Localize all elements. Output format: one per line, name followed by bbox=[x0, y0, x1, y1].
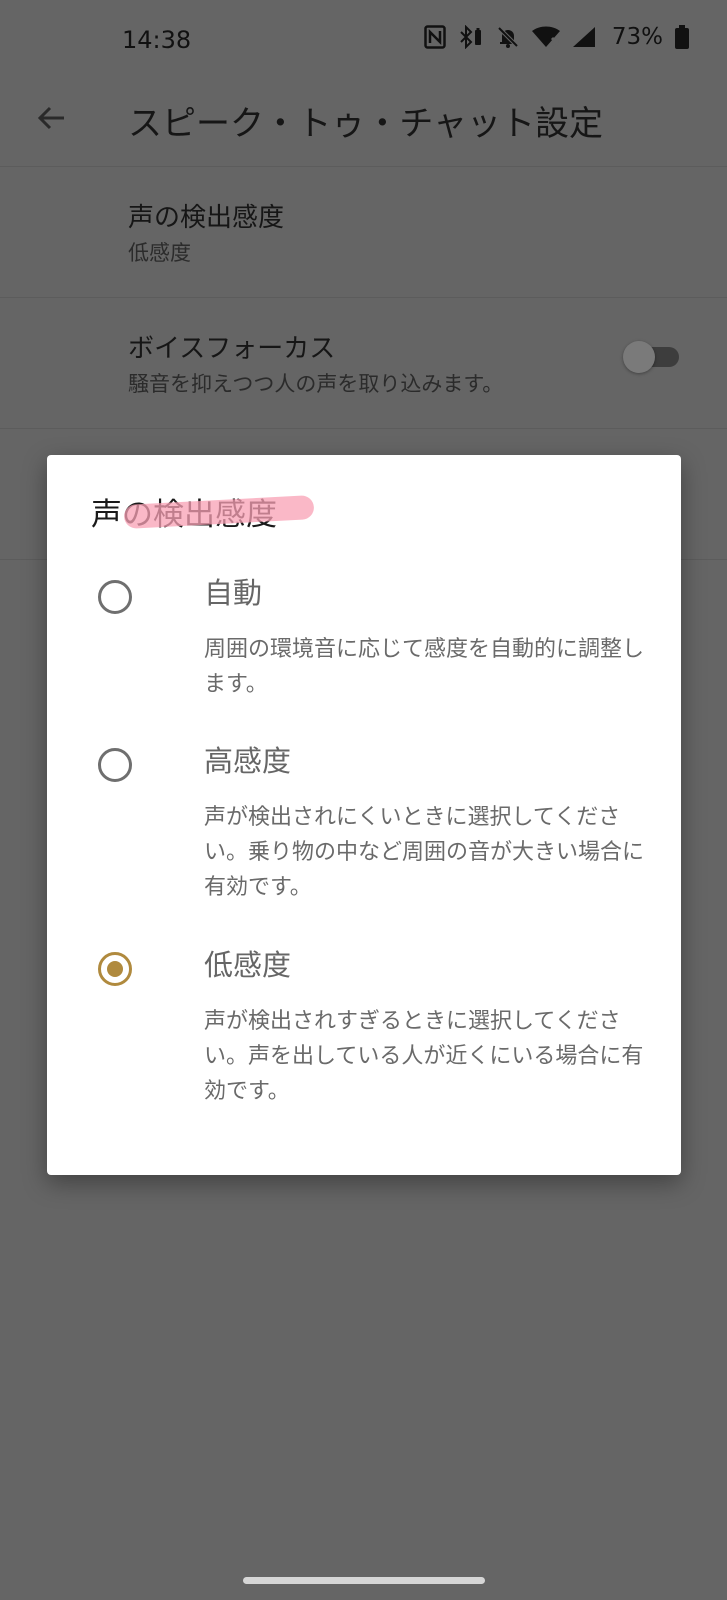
arrow-back-icon bbox=[36, 102, 68, 138]
radio-button-auto[interactable] bbox=[98, 580, 132, 614]
option-label: 自動 bbox=[204, 576, 263, 610]
setting-voice-detection-sensitivity[interactable]: 声の検出感度 低感度 bbox=[0, 167, 727, 298]
radio-button-high[interactable] bbox=[98, 748, 132, 782]
option-label: 高感度 bbox=[204, 744, 292, 778]
option-high[interactable]: 高感度 声が検出されにくいときに選択してください。乗り物の中など周囲の音が大きい… bbox=[47, 738, 681, 918]
battery-percentage: 73% bbox=[611, 24, 663, 50]
signal-icon bbox=[572, 26, 596, 48]
battery-icon bbox=[675, 25, 689, 49]
setting-summary: 騒音を抑えつつ人の声を取り込みます。 bbox=[128, 372, 504, 396]
setting-title: 声の検出感度 bbox=[128, 203, 285, 233]
radio-selected-dot bbox=[107, 961, 123, 977]
option-label: 低感度 bbox=[204, 948, 292, 982]
setting-voice-focus[interactable]: ボイスフォーカス 騒音を抑えつつ人の声を取り込みます。 bbox=[0, 298, 727, 429]
page-title: スピーク・トゥ・チャット設定 bbox=[128, 104, 603, 144]
option-description: 周囲の環境音に応じて感度を自動的に調整します。 bbox=[204, 637, 645, 697]
option-description: 声が検出されすぎるときに選択してください。声を出している人が近くにいる場合に有効… bbox=[204, 1009, 644, 1104]
sensitivity-dialog: 声の検出感度 自動 周囲の環境音に応じて感度を自動的に調整します。 高感度 声が… bbox=[47, 455, 681, 1175]
nfc-icon bbox=[424, 25, 446, 49]
gesture-nav-handle[interactable] bbox=[243, 1577, 485, 1584]
status-icons: 73% bbox=[424, 24, 689, 50]
toggle-thumb bbox=[623, 341, 655, 373]
voice-focus-toggle[interactable] bbox=[623, 341, 679, 373]
bluetooth-battery-icon bbox=[458, 25, 484, 49]
setting-summary: 低感度 bbox=[128, 241, 191, 265]
option-low[interactable]: 低感度 声が検出されすぎるときに選択してください。声を出している人が近くにいる場… bbox=[47, 942, 681, 1122]
option-description: 声が検出されにくいときに選択してください。乗り物の中など周囲の音が大きい場合に有… bbox=[204, 805, 645, 900]
setting-title: ボイスフォーカス bbox=[128, 334, 336, 364]
bell-off-icon bbox=[496, 25, 520, 49]
radio-button-low[interactable] bbox=[98, 952, 132, 986]
back-button[interactable] bbox=[28, 96, 76, 144]
option-auto[interactable]: 自動 周囲の環境音に応じて感度を自動的に調整します。 bbox=[47, 570, 681, 720]
status-bar: 14:38 73% bbox=[0, 0, 727, 82]
app-bar: スピーク・トゥ・チャット設定 bbox=[0, 82, 727, 167]
wifi-icon bbox=[531, 26, 560, 48]
status-time: 14:38 bbox=[122, 26, 192, 54]
